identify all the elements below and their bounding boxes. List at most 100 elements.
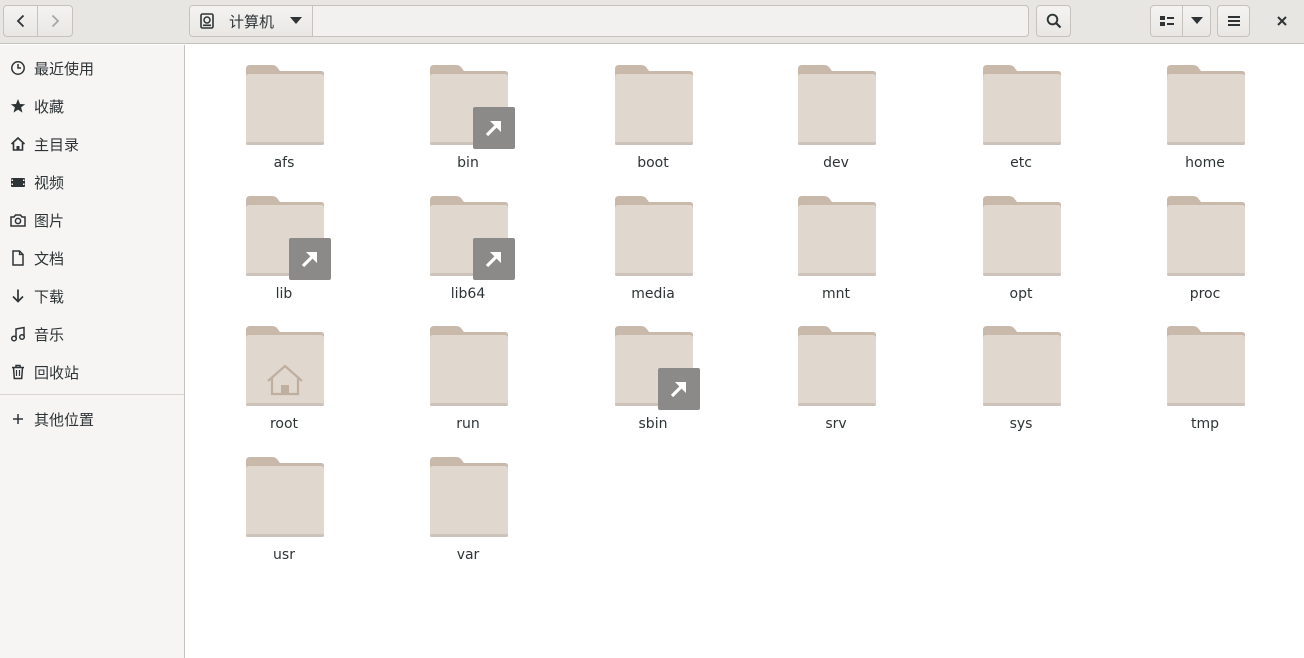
- folder-name: dev: [823, 155, 849, 171]
- folder-icon: [246, 326, 324, 406]
- forward-button[interactable]: [37, 5, 73, 37]
- folder-name: bin: [457, 155, 479, 171]
- sidebar-item-downloads[interactable]: 下载: [0, 277, 184, 313]
- document-icon: [10, 250, 26, 266]
- folder-item-sbin[interactable]: sbin: [578, 306, 728, 432]
- home-icon: [10, 136, 26, 152]
- search-icon: [1046, 13, 1061, 29]
- symlink-arrow-icon: [658, 368, 700, 410]
- folder-item-var[interactable]: var: [393, 437, 543, 563]
- folder-name: opt: [1009, 286, 1033, 302]
- clock-icon: [10, 60, 26, 76]
- folder-item-proc[interactable]: proc: [1130, 176, 1280, 302]
- folder-item-sys[interactable]: sys: [946, 306, 1096, 432]
- chevron-left-icon: [16, 14, 24, 28]
- folder-name: usr: [273, 547, 295, 563]
- folder-name: var: [456, 547, 480, 563]
- star-icon: [10, 98, 26, 114]
- sidebar: 最近使用 收藏 主目录 视频 图片 文档 下载 音乐 回收站 其他位置: [0, 45, 185, 658]
- folder-icon: [615, 196, 693, 276]
- folder-icon: [1167, 196, 1245, 276]
- folder-name: proc: [1189, 286, 1221, 302]
- folder-item-mnt[interactable]: mnt: [761, 176, 911, 302]
- view-options-button[interactable]: [1182, 5, 1211, 37]
- folder-item-srv[interactable]: srv: [761, 306, 911, 432]
- sidebar-item-label: 主目录: [34, 136, 80, 154]
- folder-name: srv: [825, 416, 847, 432]
- folder-item-media[interactable]: media: [578, 176, 728, 302]
- path-computer-button[interactable]: 计算机: [190, 6, 313, 36]
- folder-icon: [798, 326, 876, 406]
- sidebar-item-label: 最近使用: [34, 60, 95, 78]
- folder-icon: [1167, 65, 1245, 145]
- folder-icon: [430, 457, 508, 537]
- view-mode-button[interactable]: [1150, 5, 1183, 37]
- folder-name: tmp: [1190, 416, 1219, 432]
- sidebar-item-label: 视频: [34, 174, 65, 192]
- folder-item-bin[interactable]: bin: [393, 45, 543, 171]
- path-computer-label: 计算机: [229, 12, 275, 31]
- sidebar-item-label: 收藏: [34, 98, 65, 116]
- folder-icon: [983, 326, 1061, 406]
- sidebar-item-starred[interactable]: 收藏: [0, 87, 184, 123]
- dropdown-arrow-icon[interactable]: [290, 17, 302, 25]
- sidebar-item-label: 文档: [34, 250, 65, 268]
- sidebar-item-other-locations[interactable]: 其他位置: [0, 400, 184, 436]
- sidebar-item-home[interactable]: 主目录: [0, 125, 184, 161]
- close-window-button[interactable]: [1266, 5, 1298, 37]
- trash-icon: [10, 364, 26, 380]
- sidebar-item-recent[interactable]: 最近使用: [0, 49, 184, 85]
- folder-name: mnt: [822, 286, 850, 302]
- folder-name: afs: [273, 155, 295, 171]
- sidebar-item-label: 图片: [34, 212, 65, 230]
- video-icon: [10, 174, 26, 190]
- plus-icon: [10, 411, 26, 427]
- folder-item-tmp[interactable]: tmp: [1130, 306, 1280, 432]
- folder-icon: [615, 65, 693, 145]
- file-view: afs bin boot dev etc home lib lib64 media mnt opt p…: [185, 45, 1304, 658]
- folder-item-dev[interactable]: dev: [761, 45, 911, 171]
- path-bar[interactable]: 计算机: [189, 5, 1029, 37]
- folder-item-home[interactable]: home: [1130, 45, 1280, 171]
- download-icon: [10, 288, 26, 304]
- music-icon: [10, 326, 26, 342]
- folder-name: boot: [637, 155, 669, 171]
- folder-item-afs[interactable]: afs: [209, 45, 359, 171]
- folder-name: lib: [275, 286, 293, 302]
- folder-item-lib[interactable]: lib: [209, 176, 359, 302]
- camera-icon: [10, 212, 26, 228]
- close-icon: [1277, 16, 1287, 26]
- folder-name: lib64: [450, 286, 486, 302]
- folder-item-boot[interactable]: boot: [578, 45, 728, 171]
- symlink-arrow-icon: [473, 107, 515, 149]
- search-button[interactable]: [1036, 5, 1071, 37]
- chevron-right-icon: [51, 14, 60, 28]
- list-view-icon: [1159, 16, 1174, 26]
- folder-item-run[interactable]: run: [393, 306, 543, 432]
- hamburger-menu-icon: [1227, 16, 1240, 26]
- folder-name: etc: [1010, 155, 1032, 171]
- folder-item-etc[interactable]: etc: [946, 45, 1096, 171]
- folder-name: run: [456, 416, 480, 432]
- back-button[interactable]: [3, 5, 38, 37]
- folder-item-lib64[interactable]: lib64: [393, 176, 543, 302]
- folder-icon: [983, 65, 1061, 145]
- sidebar-item-music[interactable]: 音乐: [0, 315, 184, 351]
- folder-item-opt[interactable]: opt: [946, 176, 1096, 302]
- sidebar-item-documents[interactable]: 文档: [0, 239, 184, 275]
- main-menu-button[interactable]: [1217, 5, 1250, 37]
- folder-icon: [798, 196, 876, 276]
- header-bar: 计算机: [0, 0, 1304, 44]
- symlink-arrow-icon: [473, 238, 515, 280]
- sidebar-item-pictures[interactable]: 图片: [0, 201, 184, 237]
- sidebar-item-trash[interactable]: 回收站: [0, 353, 184, 389]
- sidebar-item-videos[interactable]: 视频: [0, 163, 184, 199]
- folder-icon: [246, 65, 324, 145]
- folder-item-root[interactable]: root: [209, 306, 359, 432]
- folder-name: home: [1185, 155, 1225, 171]
- sidebar-item-label: 音乐: [34, 326, 65, 344]
- chevron-down-icon: [1190, 17, 1203, 24]
- folder-item-usr[interactable]: usr: [209, 437, 359, 563]
- folder-name: root: [269, 416, 299, 432]
- folder-icon: [246, 457, 324, 537]
